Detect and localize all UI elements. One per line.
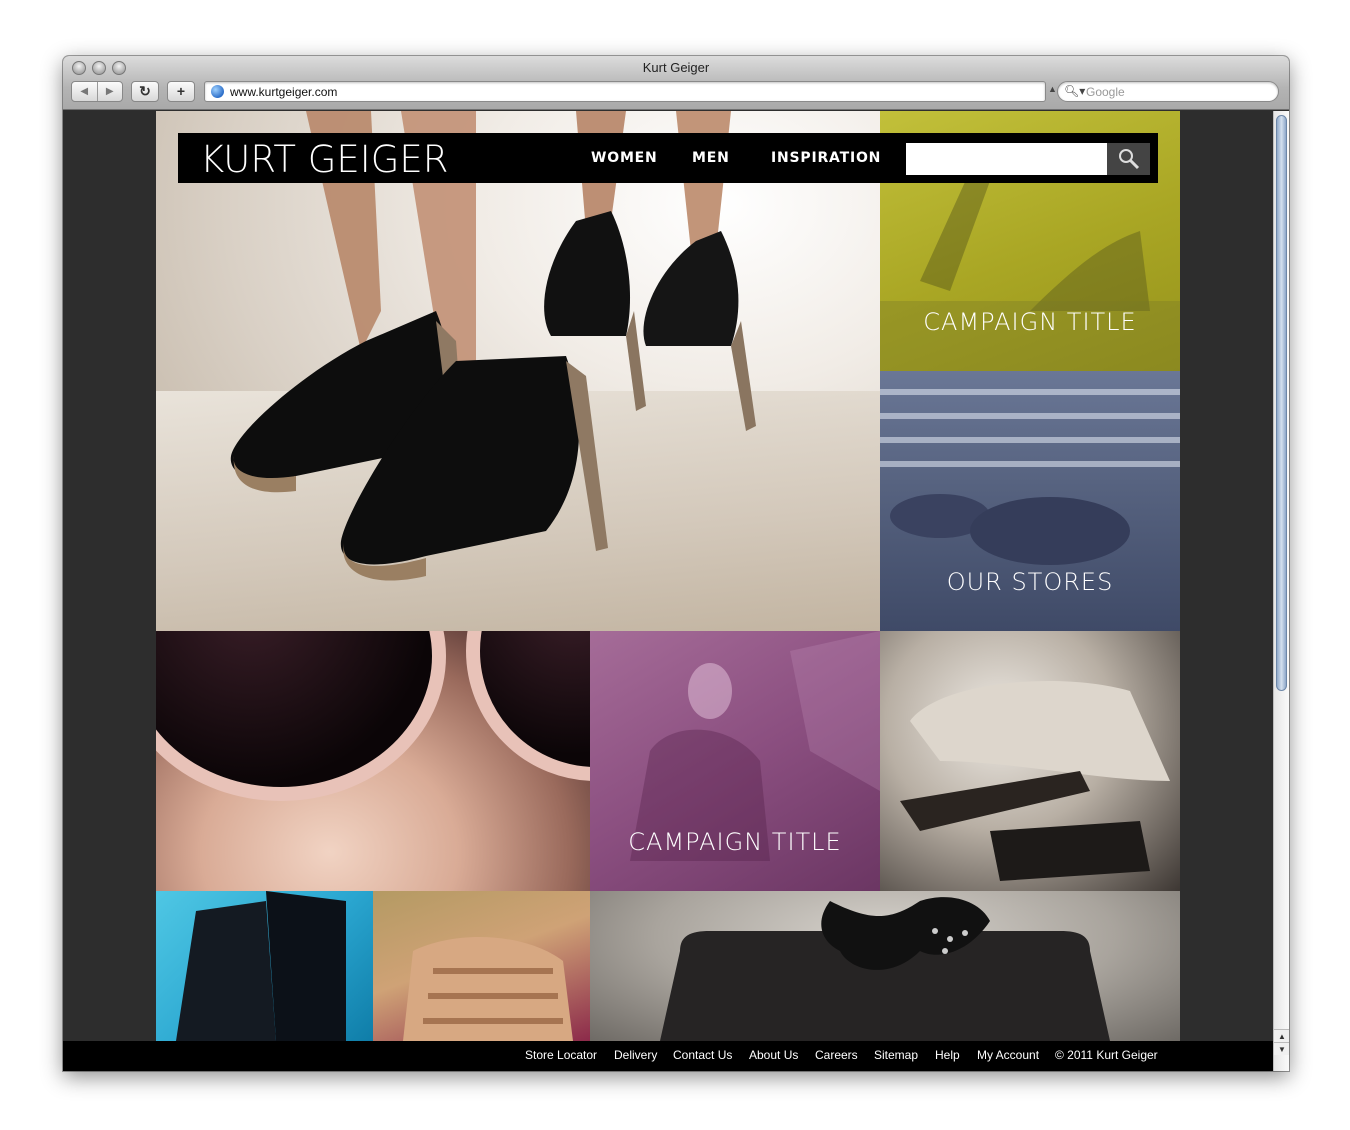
vertical-scrollbar[interactable]: ▲ ▼ (1273, 111, 1289, 1071)
search-icon (1118, 149, 1139, 170)
sunglasses-image-tile[interactable] (156, 631, 590, 891)
nav-men[interactable]: MEN (692, 150, 730, 166)
site-header: KURT GEIGER WOMEN MEN INSPIRATION (178, 133, 1158, 183)
our-stores-title: OUR STORES (946, 568, 1114, 596)
clutch-image-tile[interactable] (590, 891, 1180, 1041)
footer-link-my-account[interactable]: My Account (977, 1048, 1039, 1062)
reload-button[interactable]: ↻ (131, 81, 159, 102)
site-search-button[interactable] (1107, 143, 1150, 175)
sandals-image-tile[interactable] (373, 891, 590, 1041)
scrollbar-thumb[interactable] (1276, 115, 1287, 691)
campaign-title-yellow: CAMPAIGN TITLE (923, 308, 1137, 336)
clutch-bag-image (660, 897, 1110, 1041)
add-bookmark-button[interactable]: + (167, 81, 195, 102)
site-footer: Store Locator Delivery Contact Us About … (63, 1041, 1273, 1071)
browser-search-placeholder: Google (1086, 85, 1125, 99)
our-stores-tile[interactable]: OUR STORES (880, 371, 1180, 631)
heels-illustration (230, 111, 756, 581)
url-dropdown-icon[interactable]: ▲ (1048, 84, 1057, 94)
nav-women[interactable]: WOMEN (591, 150, 658, 166)
sunglasses-lens (156, 631, 446, 801)
footer-link-store-locator[interactable]: Store Locator (525, 1048, 597, 1062)
browser-window: Kurt Geiger ◀ ▶ ↻ + www.kurtgeiger.com ▲… (63, 56, 1289, 1071)
address-bar[interactable]: www.kurtgeiger.com (204, 81, 1046, 102)
scroll-up-icon[interactable]: ▲ (1274, 1029, 1289, 1042)
window-title: Kurt Geiger (642, 60, 710, 75)
search-icon[interactable]: 🔍︎▾ (1064, 84, 1085, 98)
shoe-lasts-image-tile[interactable] (880, 631, 1180, 891)
campaign-tile-purple[interactable]: CAMPAIGN TITLE (590, 631, 880, 891)
footer-copyright: © 2011 Kurt Geiger (1055, 1048, 1158, 1062)
footer-link-about[interactable]: About Us (749, 1048, 798, 1062)
nav-inspiration[interactable]: INSPIRATION (771, 150, 881, 166)
hero-heels-image[interactable] (156, 111, 880, 631)
forward-arrow-icon[interactable]: ▶ (98, 82, 123, 101)
browser-toolbar: Kurt Geiger ◀ ▶ ↻ + www.kurtgeiger.com ▲… (63, 56, 1289, 110)
sandals-image (403, 937, 573, 1041)
browser-search-field[interactable]: 🔍︎▾ Google (1057, 81, 1279, 102)
campaign-title-purple: CAMPAIGN TITLE (628, 828, 842, 856)
page-viewport: CAMPAIGN TITLE OUR STORES CAMPAIGN TITLE… (63, 111, 1273, 1071)
plus-icon: + (176, 83, 186, 99)
reload-icon: ↻ (139, 83, 151, 99)
boots-image-tile[interactable] (156, 891, 373, 1041)
site-grid: CAMPAIGN TITLE OUR STORES CAMPAIGN TITLE… (156, 111, 1180, 1041)
shoe-lasts-image (900, 681, 1170, 881)
footer-link-delivery[interactable]: Delivery (614, 1048, 657, 1062)
scroll-down-icon[interactable]: ▼ (1274, 1042, 1289, 1055)
sunglasses-lens (466, 631, 590, 781)
footer-link-help[interactable]: Help (935, 1048, 960, 1062)
boots-image (176, 891, 346, 1041)
url-text[interactable]: www.kurtgeiger.com (230, 85, 337, 99)
site-search-input[interactable] (904, 143, 1107, 175)
footer-link-careers[interactable]: Careers (815, 1048, 858, 1062)
footer-link-sitemap[interactable]: Sitemap (874, 1048, 918, 1062)
site-logo[interactable]: KURT GEIGER (200, 138, 448, 181)
site-search-box (904, 143, 1107, 175)
back-arrow-icon[interactable]: ◀ (72, 82, 98, 101)
site-globe-icon (211, 85, 224, 98)
footer-link-contact[interactable]: Contact Us (673, 1048, 732, 1062)
back-forward-buttons: ◀ ▶ (71, 81, 123, 102)
